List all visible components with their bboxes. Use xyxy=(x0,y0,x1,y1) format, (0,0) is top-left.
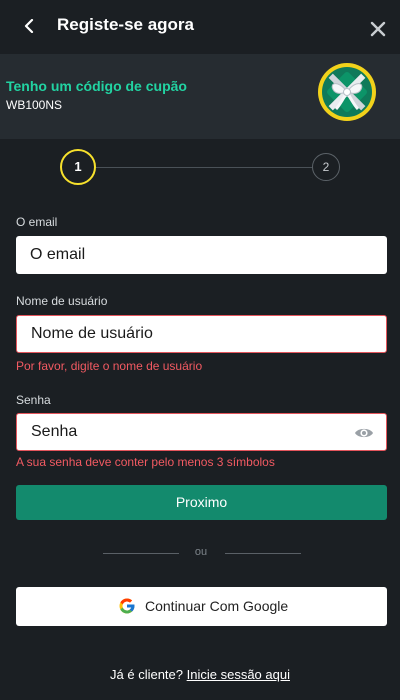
password-error: A sua senha deve conter pelo menos 3 sím… xyxy=(16,455,275,469)
google-signin-label: Continuar Com Google xyxy=(145,598,289,614)
coupon-title: Tenho um código de cupão xyxy=(6,78,187,94)
password-field-wrapper xyxy=(16,413,387,451)
divider-line-right xyxy=(225,553,301,554)
google-signin-button[interactable]: Continuar Com Google xyxy=(16,587,387,626)
step-connector xyxy=(96,167,312,168)
password-field[interactable] xyxy=(17,414,386,450)
back-button[interactable] xyxy=(18,13,40,39)
divider-line-left xyxy=(103,553,179,554)
username-label: Nome de usuário xyxy=(16,294,108,308)
or-separator: ou xyxy=(194,546,208,558)
username-field-wrapper xyxy=(16,315,387,353)
eye-icon[interactable] xyxy=(354,424,374,442)
close-icon xyxy=(370,21,386,37)
login-link[interactable]: Inicie sessão aqui xyxy=(187,667,290,682)
email-label: O email xyxy=(16,215,58,229)
login-question: Já é cliente? xyxy=(110,667,184,682)
step-1-indicator: 1 xyxy=(60,149,96,185)
next-button[interactable]: Proximo xyxy=(16,485,387,520)
google-icon xyxy=(119,598,135,614)
email-field-wrapper xyxy=(16,236,387,274)
page-title: Registe-se agora xyxy=(57,15,194,34)
gift-icon xyxy=(318,63,376,121)
login-prompt: Já é cliente? Inicie sessão aqui xyxy=(0,667,400,682)
chevron-left-icon xyxy=(24,18,34,34)
coupon-code: WB100NS xyxy=(6,98,63,112)
username-error: Por favor, digite o nome de usuário xyxy=(16,359,203,373)
step-2-indicator: 2 xyxy=(312,153,340,181)
app-header: Registe-se agora xyxy=(0,0,400,54)
email-field[interactable] xyxy=(16,236,387,274)
password-label: Senha xyxy=(16,393,51,407)
coupon-banner[interactable]: Tenho um código de cupão WB100NS xyxy=(0,54,400,139)
registration-stepper: 1 2 xyxy=(0,149,400,187)
username-field[interactable] xyxy=(17,316,386,352)
close-button[interactable] xyxy=(366,17,390,41)
